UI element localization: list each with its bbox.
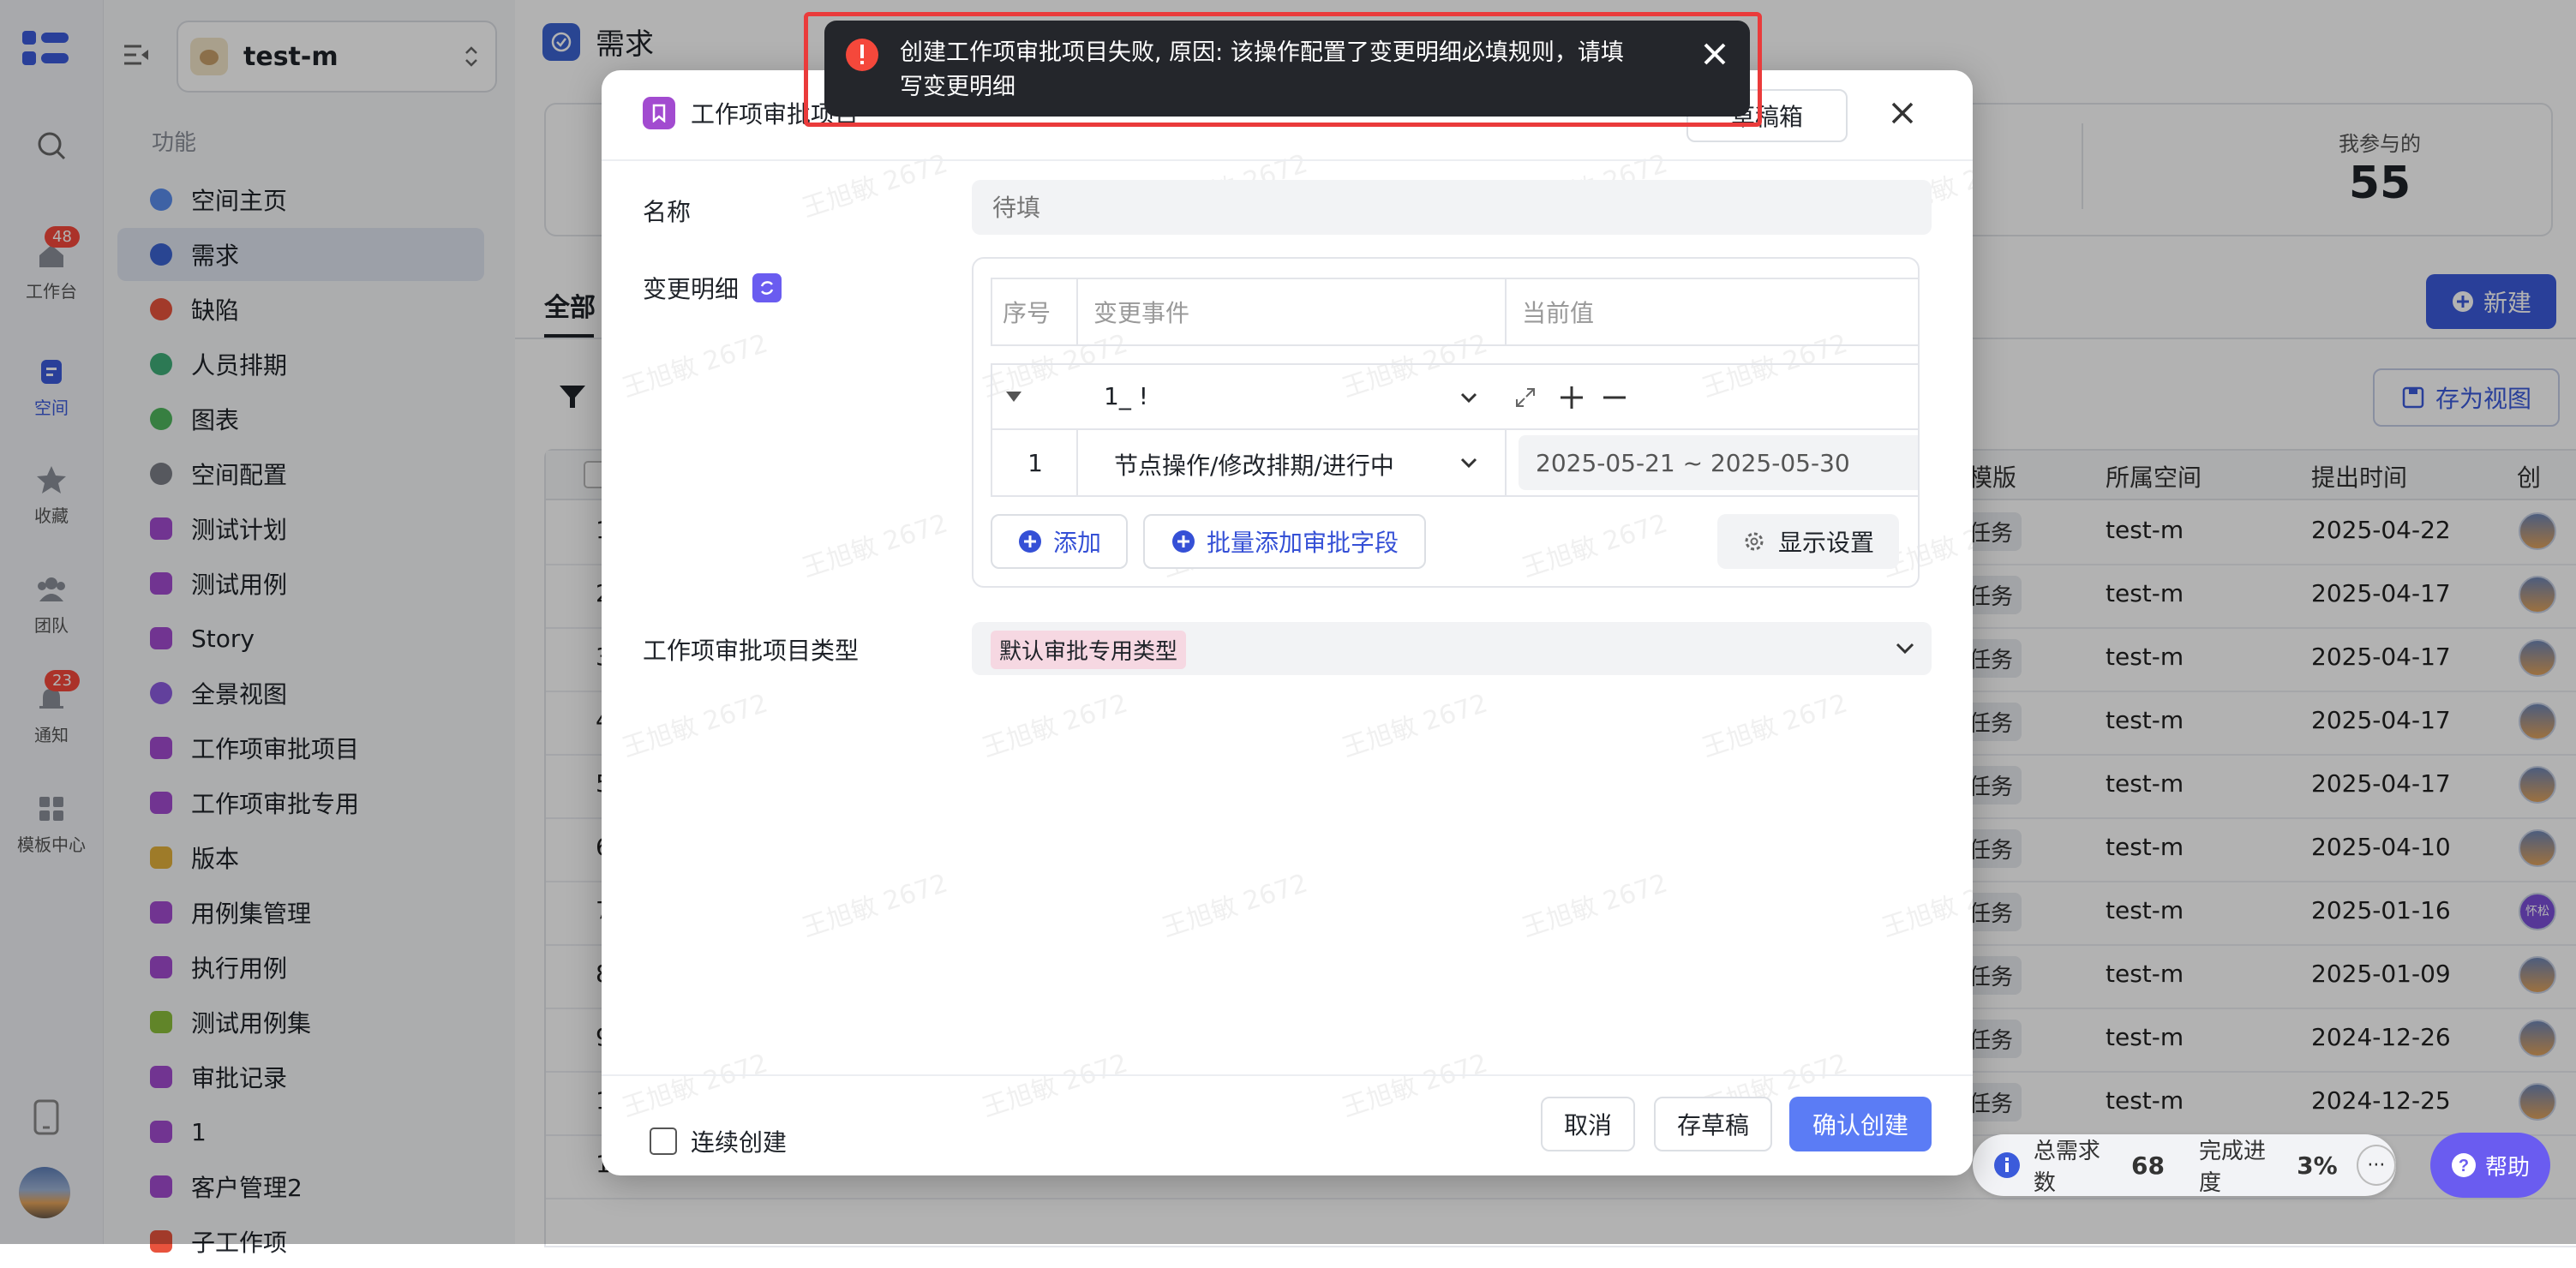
watermark: 王旭敏 2672 — [798, 148, 952, 224]
watermark: 王旭敏 2672 — [978, 688, 1132, 764]
continuous-create-label: 连续创建 — [691, 1128, 788, 1157]
bulk-add-label: 批量添加审批字段 — [1206, 529, 1399, 557]
help-label: 帮助 — [2484, 1154, 2530, 1181]
save-draft-label: 存草稿 — [1676, 1111, 1749, 1139]
header-no: 序号 — [991, 278, 1078, 346]
highlight-box — [804, 12, 1762, 127]
plus-circle-icon — [1171, 530, 1195, 553]
svg-text:?: ? — [2459, 1157, 2469, 1175]
display-settings-label: 显示设置 — [1777, 529, 1874, 557]
display-settings-button[interactable]: 显示设置 — [1717, 514, 1899, 569]
chevron-down-icon[interactable] — [1459, 387, 1479, 408]
refresh-icon[interactable] — [752, 273, 782, 302]
change-detail-label-wrap: 变更明细 — [643, 271, 782, 305]
watermark: 王旭敏 2672 — [1518, 868, 1672, 944]
header-event: 变更事件 — [1076, 278, 1507, 346]
type-select[interactable]: 默认审批专用类型 — [972, 622, 1932, 675]
watermark: 王旭敏 2672 — [618, 688, 772, 764]
row-current-value: 2025-05-21 ~ 2025-05-30 — [1519, 435, 1918, 490]
row-event-select[interactable]: 节点操作/修改排期/进行中 — [1076, 428, 1507, 497]
group-row[interactable]: 1_ ! — [991, 363, 1918, 430]
watermark: 王旭敏 2672 — [618, 1048, 772, 1124]
info-icon — [1994, 1152, 2020, 1178]
bookmark-icon — [643, 97, 675, 129]
caret-down-icon[interactable] — [1004, 387, 1023, 406]
header-current-value: 当前值 — [1505, 278, 1918, 346]
create-dialog: 王旭敏 2672 王旭敏 2672 王旭敏 2672 王旭敏 2672 王旭敏 2672… — [602, 70, 1973, 1175]
watermark: 王旭敏 2672 — [798, 868, 952, 944]
watermark: 王旭敏 2672 — [1338, 1048, 1492, 1124]
confirm-create-button[interactable]: 确认创建 — [1789, 1097, 1932, 1151]
plus-icon[interactable] — [1558, 384, 1585, 411]
plus-circle-icon — [1018, 530, 1041, 553]
row-no: 1 — [991, 428, 1078, 497]
name-label: 名称 — [643, 198, 692, 226]
change-detail-panel: 序号 变更事件 当前值 1_ ! 1 节点操作/修改排期/进行中 2025-05… — [972, 257, 1920, 588]
watermark: 王旭敏 2672 — [798, 508, 952, 584]
type-label: 工作项审批项目类型 — [643, 637, 860, 665]
chevron-down-icon — [1896, 643, 1914, 655]
add-label: 添加 — [1052, 529, 1101, 557]
total-value: 68 — [2130, 1151, 2165, 1180]
minus-icon[interactable] — [1601, 384, 1628, 411]
watermark: 王旭敏 2672 — [1698, 688, 1852, 764]
progress-label: 完成进度 — [2198, 1139, 2266, 1196]
chevron-down-icon — [1460, 458, 1477, 469]
cancel-button[interactable]: 取消 — [1541, 1097, 1635, 1151]
question-icon: ? — [2451, 1153, 2476, 1177]
bulk-add-button[interactable]: 批量添加审批字段 — [1143, 514, 1426, 569]
help-button[interactable]: ? 帮助 — [2430, 1133, 2550, 1198]
group-value: 1_ ! — [1104, 382, 1148, 410]
progress-value: 3% — [2297, 1151, 2338, 1180]
watermark: 王旭敏 2672 — [978, 1048, 1132, 1124]
continuous-create[interactable]: 连续创建 — [650, 1124, 787, 1158]
watermark: 王旭敏 2672 — [1878, 868, 1973, 944]
summary-bar: 总需求数 68 完成进度 3% ··· — [1973, 1134, 2396, 1196]
change-detail-label: 变更明细 — [643, 275, 740, 303]
confirm-label: 确认创建 — [1812, 1111, 1908, 1139]
watermark: 王旭敏 2672 — [1338, 688, 1492, 764]
type-tag: 默认审批专用类型 — [991, 631, 1187, 669]
watermark: 王旭敏 2672 — [1158, 868, 1312, 944]
row-current-value-cell: 2025-05-21 ~ 2025-05-30 — [1505, 428, 1918, 497]
gear-icon — [1745, 532, 1764, 551]
cancel-label: 取消 — [1563, 1111, 1612, 1139]
close-icon[interactable] — [1889, 99, 1916, 127]
more-icon[interactable]: ··· — [2356, 1145, 2396, 1186]
watermark: 王旭敏 2672 — [618, 328, 772, 404]
name-input[interactable] — [972, 180, 1932, 235]
save-draft-button[interactable]: 存草稿 — [1654, 1097, 1772, 1151]
add-row-button[interactable]: 添加 — [991, 514, 1128, 569]
row-event: 节点操作/修改排期/进行中 — [1114, 452, 1394, 480]
total-label: 总需求数 — [2033, 1139, 2100, 1196]
expand-icon[interactable] — [1513, 386, 1537, 410]
continuous-create-checkbox[interactable] — [650, 1127, 677, 1155]
